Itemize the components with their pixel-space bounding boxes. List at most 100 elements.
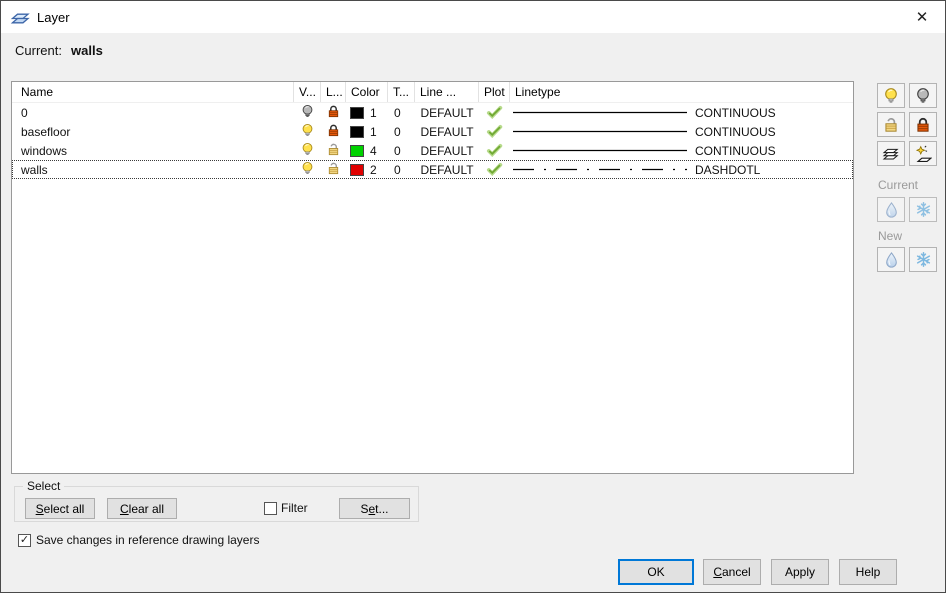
lineweight-cell[interactable]: DEFAULT [415, 163, 479, 177]
current-label: Current: [15, 43, 62, 58]
visibility-toggle[interactable] [294, 160, 321, 179]
clear-all-button[interactable]: Clear all [107, 498, 177, 519]
color-cell[interactable]: 1 [346, 125, 388, 139]
thickness-cell: 0 [388, 125, 415, 139]
linetype-cell[interactable]: CONTINUOUS [510, 106, 853, 120]
color-index: 1 [370, 125, 377, 139]
filter-checkbox[interactable] [264, 502, 277, 515]
bulb-off-icon [300, 104, 315, 119]
color-swatch [350, 126, 364, 138]
color-cell[interactable]: 4 [346, 144, 388, 158]
linetype-name: CONTINUOUS [695, 144, 776, 158]
lineweight-cell[interactable]: DEFAULT [415, 144, 479, 158]
linetype-sample-solid [513, 129, 687, 134]
column-header-lineweight[interactable]: Line ... [415, 82, 479, 102]
lock-toggle[interactable] [321, 122, 346, 141]
layer-name: windows [12, 144, 294, 158]
linetype-name: DASHDOTL [695, 163, 760, 177]
bulb-on-icon [300, 123, 315, 138]
lock-toggle[interactable] [321, 103, 346, 122]
snowflake-icon [915, 201, 932, 218]
lineweight-cell[interactable]: DEFAULT [415, 125, 479, 139]
layer-list: Name V... L... Color T... Line ... Plot … [11, 81, 854, 474]
check-icon [486, 143, 503, 157]
linetype-sample-dashdot [513, 167, 687, 172]
color-swatch [350, 145, 364, 157]
layer-dialog: Layer ✕ Current: walls Name V... L... Co… [0, 0, 946, 593]
visibility-toggle[interactable] [294, 122, 321, 141]
plot-toggle[interactable] [479, 122, 510, 141]
plot-toggle[interactable] [479, 103, 510, 122]
ok-button[interactable]: OK [618, 559, 694, 585]
turn-on-button[interactable] [877, 83, 905, 108]
linetype-cell[interactable]: CONTINUOUS [510, 144, 853, 158]
thickness-cell: 0 [388, 144, 415, 158]
thickness-cell: 0 [388, 106, 415, 120]
droplet-icon [883, 251, 900, 268]
new-section-label: New [878, 229, 902, 243]
layer-name: 0 [12, 106, 294, 120]
column-header-linetype[interactable]: Linetype [510, 82, 853, 102]
check-icon [486, 162, 503, 176]
color-cell[interactable]: 1 [346, 106, 388, 120]
table-row[interactable]: 0 1 0 DEFAULT CONTINUOUS [12, 103, 853, 122]
thaw-current-button[interactable] [877, 197, 905, 222]
freeze-current-button[interactable] [909, 197, 937, 222]
linetype-name: CONTINUOUS [695, 125, 776, 139]
plot-toggle[interactable] [479, 141, 510, 160]
color-index: 2 [370, 163, 377, 177]
close-icon[interactable]: ✕ [912, 8, 932, 28]
new-layer-button[interactable] [909, 141, 937, 166]
table-row[interactable]: basefloor 1 0 DEFAULT CONTINUOUS [12, 122, 853, 141]
freeze-new-button[interactable] [909, 247, 937, 272]
select-all-button[interactable]: Select all [25, 498, 95, 519]
lineweight-cell[interactable]: DEFAULT [415, 106, 479, 120]
check-icon [486, 124, 503, 138]
layer-name: walls [12, 163, 294, 177]
cancel-button[interactable]: Cancel [703, 559, 761, 585]
help-button[interactable]: Help [839, 559, 897, 585]
filter-label: Filter [281, 501, 308, 515]
save-changes-label: Save changes in reference drawing layers [36, 533, 259, 547]
column-header-plot[interactable]: Plot [479, 82, 510, 102]
column-header-lock[interactable]: L... [321, 82, 346, 102]
bulb-on-icon [300, 161, 315, 176]
linetype-sample-solid [513, 110, 687, 115]
new-layer-icon [914, 145, 932, 163]
lock-open-icon [326, 161, 341, 176]
color-cell[interactable]: 2 [346, 163, 388, 177]
bulb-on-icon [882, 87, 900, 105]
linetype-cell[interactable]: DASHDOTL [510, 163, 853, 177]
color-index: 4 [370, 144, 377, 158]
column-header-name[interactable]: Name [12, 82, 294, 102]
thaw-new-button[interactable] [877, 247, 905, 272]
table-row-selected[interactable]: walls 2 0 DEFAULT DASHDOTL [12, 160, 853, 179]
lock-button[interactable] [909, 112, 937, 137]
unlock-button[interactable] [877, 112, 905, 137]
droplet-icon [883, 201, 900, 218]
visibility-toggle[interactable] [294, 141, 321, 160]
layer-list-header: Name V... L... Color T... Line ... Plot … [12, 82, 853, 103]
apply-button[interactable]: Apply [771, 559, 829, 585]
turn-off-button[interactable] [909, 83, 937, 108]
lock-closed-icon [326, 123, 341, 138]
color-index: 1 [370, 106, 377, 120]
linetype-cell[interactable]: CONTINUOUS [510, 125, 853, 139]
layers-button[interactable] [877, 141, 905, 166]
lock-toggle[interactable] [321, 141, 346, 160]
lock-closed-icon [914, 116, 932, 134]
column-header-color[interactable]: Color [346, 82, 388, 102]
visibility-toggle[interactable] [294, 103, 321, 122]
save-changes-checkbox[interactable]: ✓ [18, 534, 31, 547]
set-button[interactable]: Set... [339, 498, 410, 519]
column-header-visible[interactable]: V... [294, 82, 321, 102]
table-row[interactable]: windows 4 0 DEFAULT CONTINUOUS [12, 141, 853, 160]
plot-toggle[interactable] [479, 160, 510, 179]
color-swatch [350, 107, 364, 119]
column-header-thickness[interactable]: T... [388, 82, 415, 102]
snowflake-icon [915, 251, 932, 268]
lock-toggle[interactable] [321, 160, 346, 179]
window-title: Layer [37, 10, 70, 25]
title-bar[interactable]: Layer [1, 1, 945, 33]
bulb-off-icon [914, 87, 932, 105]
